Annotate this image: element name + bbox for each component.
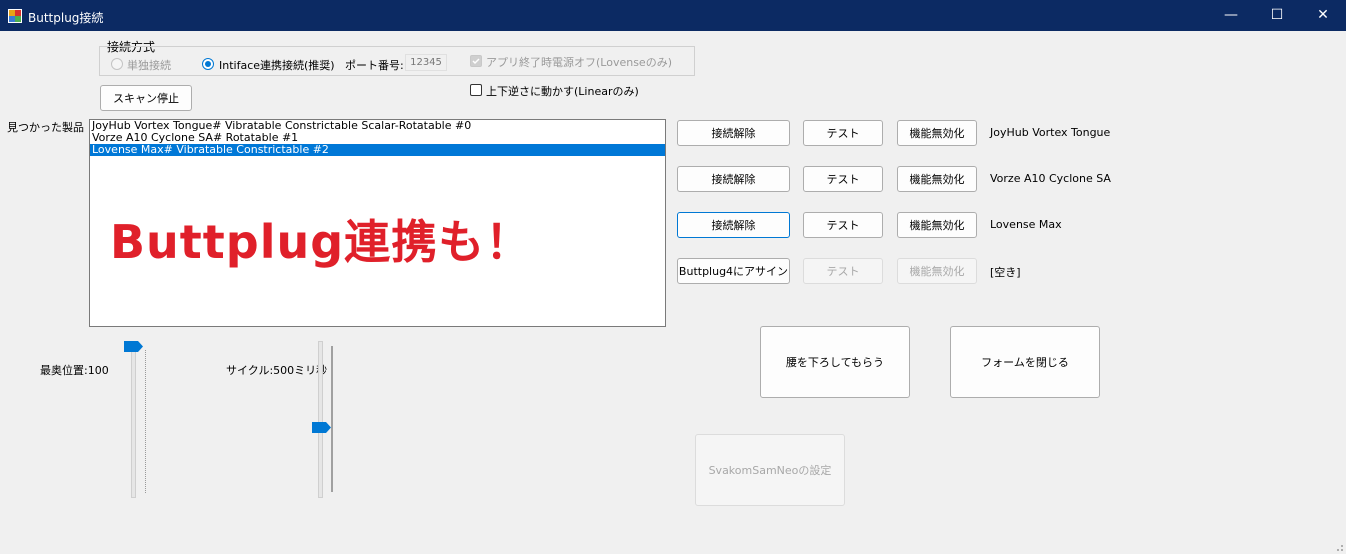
intiface-label: Intiface連携接続(推奨): [219, 59, 335, 72]
checkmark-icon: [472, 58, 480, 65]
found-devices-label: 見つかった製品: [7, 121, 84, 134]
disconnect-button-0[interactable]: 接続解除: [677, 120, 790, 146]
disable-button-0[interactable]: 機能無効化: [897, 120, 977, 146]
test-button-3[interactable]: テスト: [803, 258, 883, 284]
cycle-slider-track[interactable]: [318, 341, 323, 498]
list-item[interactable]: Lovense Max# Vibratable Constrictable #2: [90, 144, 665, 156]
disable-button-1[interactable]: 機能無効化: [897, 166, 977, 192]
test-button-0[interactable]: テスト: [803, 120, 883, 146]
single-connection-label: 単独接続: [127, 59, 171, 72]
single-connection-radio[interactable]: [111, 58, 123, 70]
reverse-checkbox[interactable]: [470, 84, 482, 96]
port-label: ポート番号:: [345, 59, 404, 72]
window-title: Buttplug接続: [28, 11, 104, 25]
promo-overlay-text: Buttplug連携も！: [110, 215, 533, 269]
test-button-2[interactable]: テスト: [803, 212, 883, 238]
disable-button-3[interactable]: 機能無効化: [897, 258, 977, 284]
sit-down-button[interactable]: 腰を下ろしてもらう: [760, 326, 910, 398]
device-name-0: JoyHub Vortex Tongue: [990, 126, 1111, 139]
assign-button-3[interactable]: Buttplug4にアサイン: [677, 258, 790, 284]
cycle-slider-thumb[interactable]: [312, 422, 332, 433]
poweroff-label: アプリ終了時電源オフ(Lovenseのみ): [486, 56, 672, 69]
minimize-button[interactable]: —: [1208, 0, 1254, 31]
port-input[interactable]: 12345: [405, 54, 447, 71]
depth-label: 最奥位置:100: [40, 364, 109, 377]
test-button-1[interactable]: テスト: [803, 166, 883, 192]
title-bar: Buttplug接続 — ☐ ✕: [0, 0, 1346, 31]
app-icon: [8, 9, 22, 23]
reverse-label: 上下逆さに動かす(Linearのみ): [486, 85, 639, 98]
svakom-settings-button[interactable]: SvakomSamNeoの設定: [695, 434, 845, 506]
close-button[interactable]: ✕: [1300, 0, 1346, 31]
disconnect-button-2[interactable]: 接続解除: [677, 212, 790, 238]
depth-slider-thumb[interactable]: [124, 341, 144, 352]
intiface-radio[interactable]: [202, 58, 214, 70]
depth-slider-ticks: [145, 350, 148, 493]
cycle-slider-ticks: [331, 346, 333, 492]
device-name-1: Vorze A10 Cyclone SA: [990, 172, 1111, 185]
scan-stop-button[interactable]: スキャン停止: [100, 85, 192, 111]
device-name-2: Lovense Max: [990, 218, 1062, 231]
poweroff-checkbox[interactable]: [470, 55, 482, 67]
disconnect-button-1[interactable]: 接続解除: [677, 166, 790, 192]
resize-grip-icon[interactable]: [1332, 540, 1344, 552]
close-form-button[interactable]: フォームを閉じる: [950, 326, 1100, 398]
disable-button-2[interactable]: 機能無効化: [897, 212, 977, 238]
cycle-label: サイクル:500ミリ秒: [226, 364, 328, 377]
maximize-button[interactable]: ☐: [1254, 0, 1300, 31]
depth-slider-track[interactable]: [131, 346, 136, 498]
device-name-3: [空き]: [990, 266, 1021, 279]
